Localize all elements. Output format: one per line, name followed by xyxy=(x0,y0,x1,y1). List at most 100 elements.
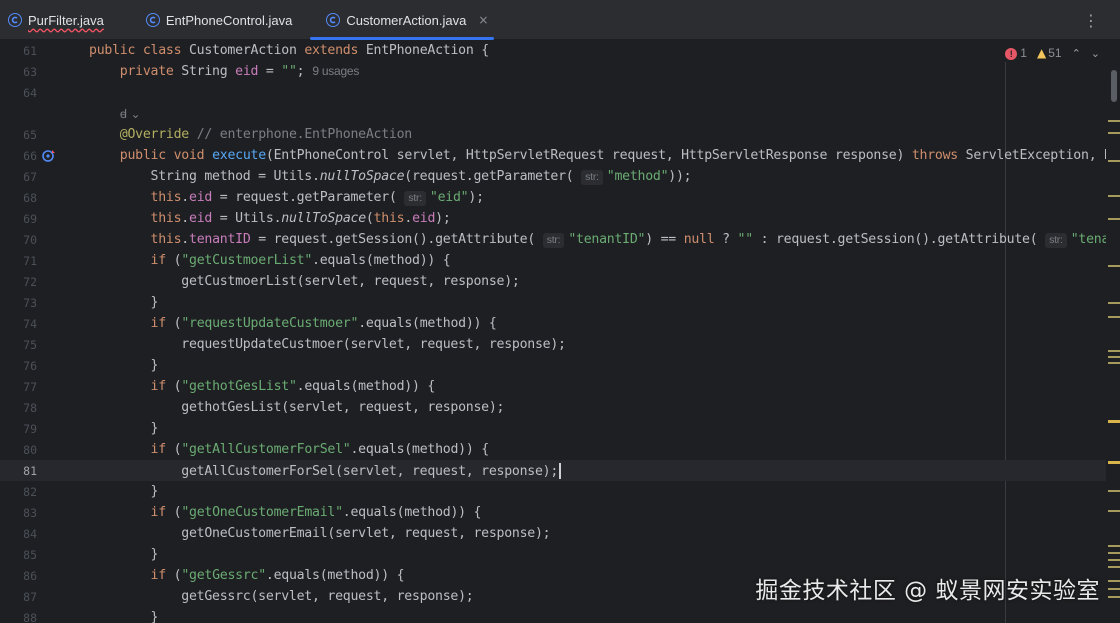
code-line: 83 if ("getOneCustomerEmail".equals(meth… xyxy=(0,502,1106,523)
warning-stripe[interactable] xyxy=(1108,552,1120,554)
code-text: public void execute(EntPhoneControl serv… xyxy=(119,148,1106,163)
line-number: 68 xyxy=(23,190,37,205)
code-text: this.eid = Utils.nullToSpace(this.eid); xyxy=(150,211,451,226)
code-text: } xyxy=(89,484,159,499)
warning-stripe[interactable] xyxy=(1108,420,1120,423)
code-text: getOneCustomerEmail(servlet, request, re… xyxy=(89,526,551,541)
warning-stripe[interactable] xyxy=(1108,588,1120,590)
parameter-hint: str: xyxy=(404,190,426,206)
code-text: this.tenantID = request.getSession().get… xyxy=(150,231,1106,248)
line-number: 84 xyxy=(23,526,37,541)
line-number: 76 xyxy=(23,358,37,373)
java-class-icon xyxy=(326,13,341,27)
line-number: 88 xyxy=(23,610,37,623)
more-options-icon[interactable]: ⋮ xyxy=(1083,0,1100,40)
tab-label: CustomerAction.java xyxy=(346,12,467,28)
line-number: 67 xyxy=(23,169,37,184)
line-number: 63 xyxy=(23,64,37,79)
line-number: 73 xyxy=(23,295,37,310)
code-area[interactable]: 61 public class CustomerAction extends E… xyxy=(0,40,1106,623)
previous-highlight-icon[interactable]: ⌃ xyxy=(1072,47,1081,60)
line-number: 80 xyxy=(23,442,37,457)
warning-stripe[interactable] xyxy=(1108,559,1120,561)
code-text: if ("gethotGesList".equals(method)) { xyxy=(150,379,436,394)
warning-stripe[interactable] xyxy=(1108,545,1120,547)
code-line: 69 this.eid = Utils.nullToSpace(this.eid… xyxy=(0,208,1106,229)
warning-stripe[interactable] xyxy=(1108,461,1120,464)
line-number: 86 xyxy=(23,568,37,583)
warning-stripe[interactable] xyxy=(1108,580,1120,582)
text-caret xyxy=(559,462,562,479)
code-line: ꟈ ⌄ xyxy=(0,103,1106,124)
code-text: ꟈ ⌄ xyxy=(89,105,141,122)
warning-stripe[interactable] xyxy=(1108,356,1120,358)
current-code-line: 81 getAllCustomerForSel(servlet, request… xyxy=(0,460,1106,481)
inspection-widget[interactable]: ! 1 ▲ 51 ⌃ ⌄ xyxy=(999,44,1100,62)
code-editor[interactable]: 61 public class CustomerAction extends E… xyxy=(0,40,1120,623)
code-line: 80 if ("getAllCustomerForSel".equals(met… xyxy=(0,439,1106,460)
parameter-hint: str: xyxy=(542,232,565,248)
line-number: 72 xyxy=(23,274,37,289)
code-text: getAllCustomerForSel(servlet, request, r… xyxy=(89,462,562,479)
code-line: 82 } xyxy=(0,481,1106,502)
warning-stripe[interactable] xyxy=(1108,350,1120,352)
code-text: if ("getOneCustomerEmail".equals(method)… xyxy=(150,505,482,520)
line-number: 78 xyxy=(23,400,37,415)
parameter-hint: str: xyxy=(1045,232,1067,248)
warning-stripe[interactable] xyxy=(1108,566,1120,568)
code-line: 74 if ("requestUpdateCustmoer".equals(me… xyxy=(0,313,1106,334)
code-text: getCustmoerList(servlet, request, respon… xyxy=(89,274,520,289)
line-number: 85 xyxy=(23,547,37,562)
line-number: 66 xyxy=(23,148,37,163)
warning-icon: ▲ xyxy=(1036,46,1047,60)
next-highlight-icon[interactable]: ⌄ xyxy=(1091,47,1100,60)
parameter-hint: str: xyxy=(581,169,603,185)
warning-stripe[interactable] xyxy=(1108,490,1120,492)
code-text: getGessrc(servlet, request, response); xyxy=(89,589,474,604)
tab-entphonecontrol[interactable]: EntPhoneControl.java xyxy=(116,0,304,40)
error-count[interactable]: ! 1 xyxy=(1005,46,1027,60)
line-number: 64 xyxy=(23,85,37,100)
warning-stripe[interactable] xyxy=(1108,362,1120,364)
code-line: 67 String method = Utils.nullToSpace(req… xyxy=(0,166,1106,187)
code-vision-icon[interactable]: ꟈ ⌄ xyxy=(120,107,141,121)
warning-stripe[interactable] xyxy=(1108,265,1120,267)
line-number: 65 xyxy=(23,127,37,142)
line-number: 82 xyxy=(23,484,37,499)
code-line: 63 private String eid = ""; 9 usages xyxy=(0,61,1106,82)
line-number: 61 xyxy=(23,43,37,58)
code-line: 66 public void execute(EntPhoneControl s… xyxy=(0,145,1106,166)
warning-stripe[interactable] xyxy=(1108,160,1120,162)
editor-tab-bar: PurFilter.java EntPhoneControl.java Cust… xyxy=(0,0,1120,40)
line-number: 81 xyxy=(23,463,37,478)
line-number: 87 xyxy=(23,589,37,604)
warning-stripe[interactable] xyxy=(1108,316,1120,318)
code-line: 72 getCustmoerList(servlet, request, res… xyxy=(0,271,1106,292)
tab-purfilter[interactable]: PurFilter.java xyxy=(0,0,116,40)
code-line: 78 gethotGesList(servlet, request, respo… xyxy=(0,397,1106,418)
warning-stripe[interactable] xyxy=(1108,302,1120,304)
tab-customeraction[interactable]: CustomerAction.java × xyxy=(304,0,500,40)
usages-hint[interactable]: 9 usages xyxy=(312,64,359,78)
tab-label: EntPhoneControl.java xyxy=(165,12,293,28)
warning-count[interactable]: ▲ 51 xyxy=(1037,46,1062,60)
code-line: 65 @Override // enterphone.EntPhoneActio… xyxy=(0,124,1106,145)
code-text: private String eid = ""; 9 usages xyxy=(119,64,360,79)
code-text: } xyxy=(89,610,159,623)
editor-scrollbar[interactable] xyxy=(1106,40,1120,623)
warning-stripe[interactable] xyxy=(1108,132,1120,134)
warning-stripe[interactable] xyxy=(1108,195,1120,197)
code-line: 77 if ("gethotGesList".equals(method)) { xyxy=(0,376,1106,397)
warning-stripe[interactable] xyxy=(1108,218,1120,220)
warning-stripe[interactable] xyxy=(1108,596,1120,598)
close-icon[interactable]: × xyxy=(478,13,488,27)
watermark-text: 掘金技术社区 @ 蚁景网安实验室 xyxy=(755,578,1100,604)
line-number: 74 xyxy=(23,316,37,331)
line-number: 77 xyxy=(23,379,37,394)
warning-stripe[interactable] xyxy=(1108,120,1120,122)
warning-stripe[interactable] xyxy=(1108,510,1120,512)
code-text: gethotGesList(servlet, request, response… xyxy=(89,400,505,415)
scrollbar-thumb[interactable] xyxy=(1111,70,1117,102)
line-number: 69 xyxy=(23,211,37,226)
override-method-icon[interactable] xyxy=(42,148,56,162)
